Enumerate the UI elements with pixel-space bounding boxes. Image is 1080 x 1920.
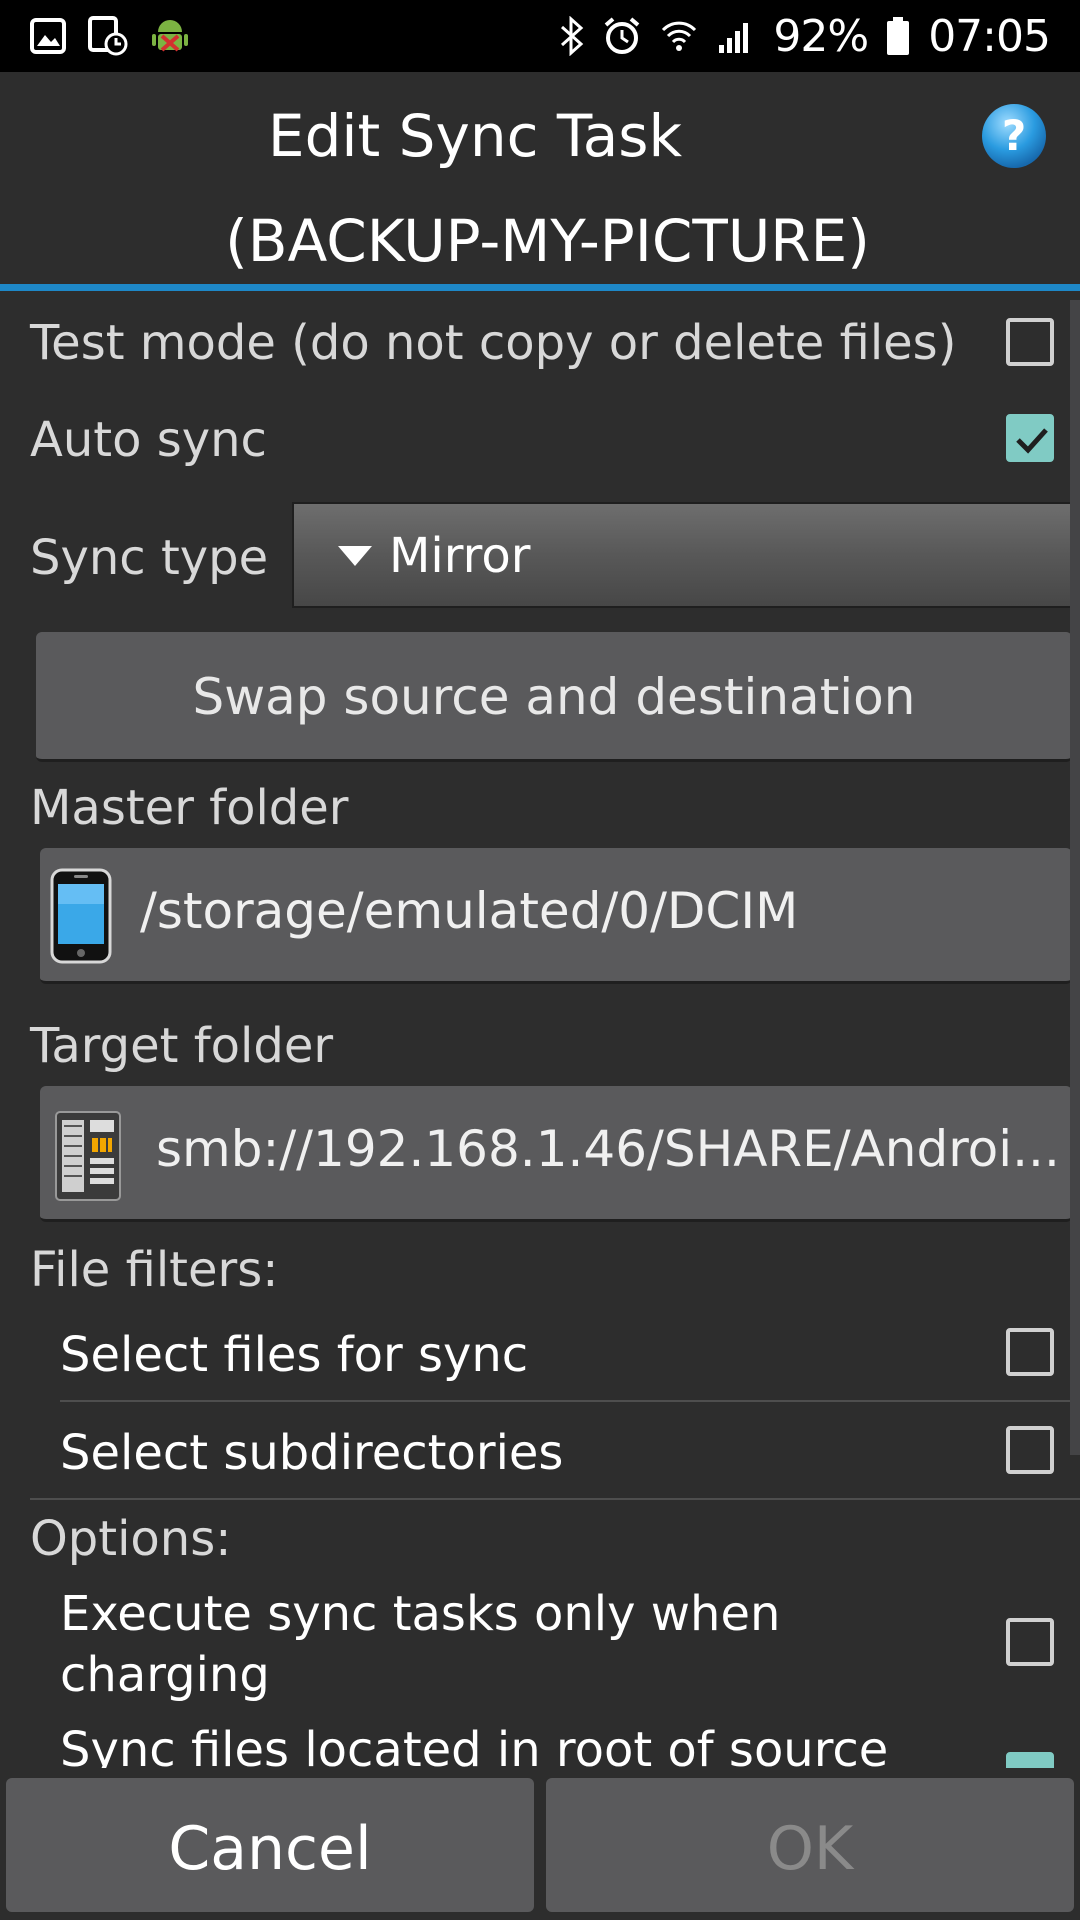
ok-button[interactable]: OK	[546, 1778, 1074, 1912]
sync-type-spinner[interactable]: Mirror	[292, 502, 1080, 608]
options-label: Options:	[30, 1511, 232, 1567]
task-name-title: (BACKUP-MY-PICTURE)	[225, 207, 870, 275]
charging-option-checkbox[interactable]	[1006, 1618, 1054, 1666]
dropdown-arrow-icon	[338, 546, 372, 566]
alarm-icon	[603, 16, 641, 56]
master-folder-label: Master folder	[30, 780, 349, 836]
battery-percent: 92%	[773, 10, 869, 62]
section-divider	[30, 1498, 1080, 1500]
master-folder-field[interactable]: /storage/emulated/0/DCIM	[40, 848, 1072, 984]
title-divider	[0, 284, 1080, 291]
test-mode-checkbox[interactable]	[1006, 318, 1054, 366]
file-filters-label: File filters:	[30, 1242, 279, 1298]
checkmark-icon	[1016, 428, 1048, 454]
auto-sync-label: Auto sync	[30, 412, 267, 468]
swap-button-label: Swap source and destination	[192, 668, 916, 726]
phone-storage-icon	[50, 868, 112, 964]
android-app-icon	[150, 16, 190, 56]
wifi-icon	[659, 16, 699, 56]
target-folder-path: smb://192.168.1.46/SHARE/Androi...	[156, 1120, 1060, 1178]
select-subdirectories-checkbox[interactable]	[1006, 1426, 1054, 1474]
charging-option-label-line1: Execute sync tasks only when	[60, 1586, 781, 1642]
swap-source-destination-button[interactable]: Swap source and destination	[36, 632, 1072, 762]
scrollbar[interactable]	[1070, 300, 1080, 1455]
target-folder-field[interactable]: smb://192.168.1.46/SHARE/Androi...	[40, 1086, 1072, 1222]
svg-text:?: ?	[1002, 111, 1026, 160]
page-title: Edit Sync Task	[267, 102, 683, 170]
help-icon: ?	[982, 104, 1046, 168]
target-folder-label: Target folder	[30, 1018, 334, 1074]
cancel-button-label: Cancel	[168, 1814, 372, 1884]
clock: 07:05	[928, 10, 1051, 62]
select-files-label: Select files for sync	[60, 1327, 529, 1383]
test-mode-label: Test mode (do not copy or delete files)	[30, 315, 957, 371]
title-bar: Edit Sync Task (BACKUP-MY-PICTURE) ?	[0, 72, 1080, 284]
help-button[interactable]: ?	[980, 102, 1048, 170]
cancel-button[interactable]: Cancel	[6, 1778, 534, 1912]
select-subdirectories-label: Select subdirectories	[60, 1425, 564, 1481]
master-folder-path: /storage/emulated/0/DCIM	[140, 882, 799, 940]
sync-type-label: Sync type	[30, 530, 269, 586]
filter-divider	[60, 1400, 1080, 1402]
sync-type-value: Mirror	[389, 528, 531, 584]
battery-icon	[886, 16, 910, 56]
status-bar: 92% 07:05	[0, 0, 1080, 72]
network-share-icon	[55, 1111, 121, 1201]
schedule-notification-icon	[88, 16, 128, 56]
auto-sync-checkbox[interactable]	[1006, 414, 1054, 462]
select-files-checkbox[interactable]	[1006, 1328, 1054, 1376]
bluetooth-icon	[559, 16, 585, 56]
ok-button-label: OK	[766, 1814, 854, 1884]
gallery-notification-icon	[30, 18, 66, 54]
charging-option-label-line2: charging	[60, 1647, 270, 1703]
signal-icon	[717, 17, 755, 55]
